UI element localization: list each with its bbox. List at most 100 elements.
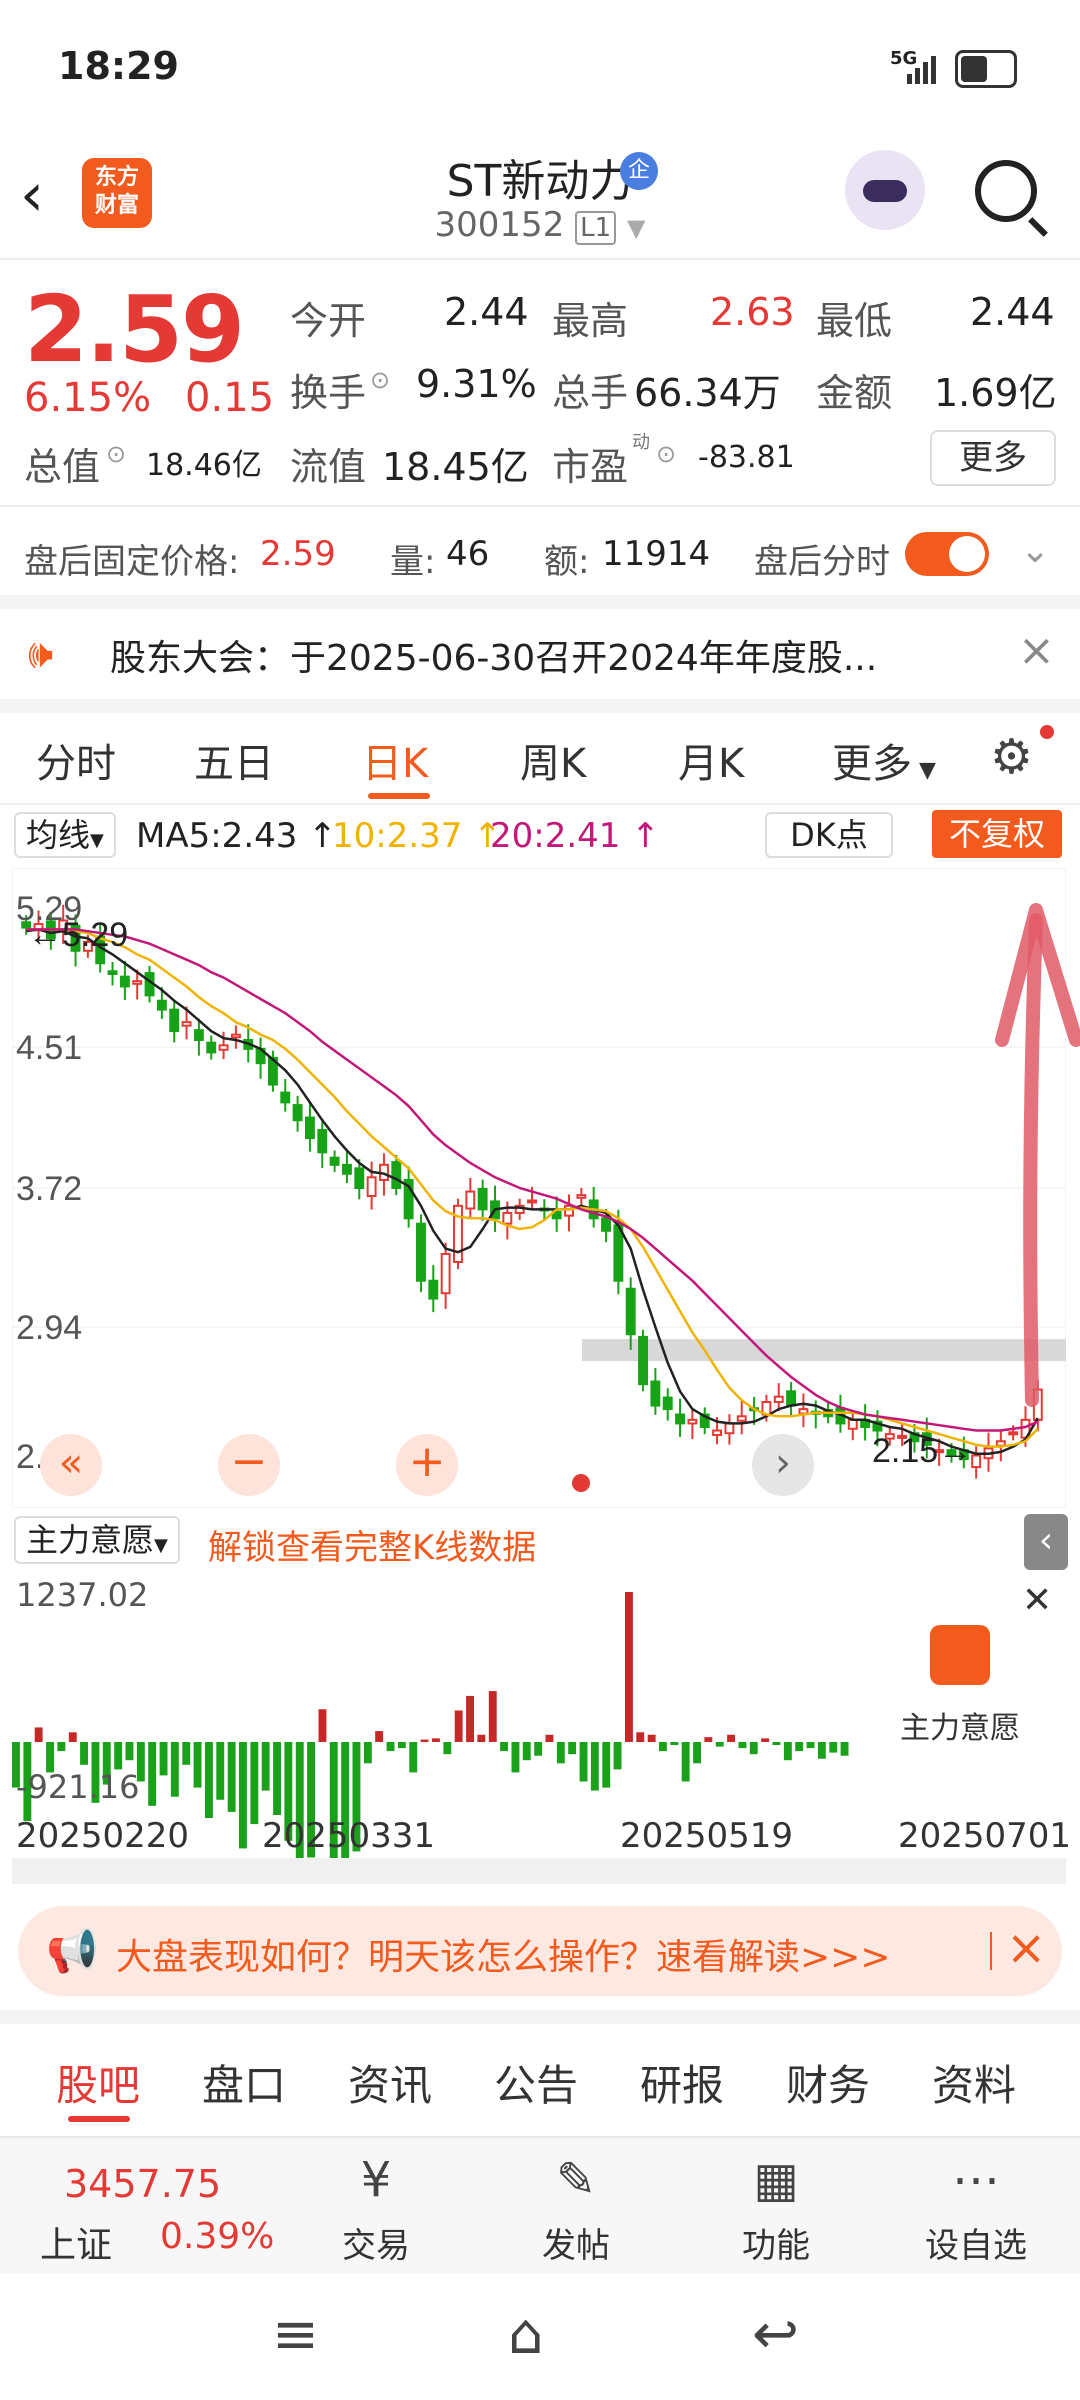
after-hours-vol: 46 bbox=[446, 534, 490, 574]
tab-more[interactable]: 更多 ▼ bbox=[832, 731, 936, 789]
notice-text: 股东大会：于2025-06-30召开2024年年度股... bbox=[110, 638, 878, 679]
flow-bar bbox=[250, 1742, 259, 1825]
post-button[interactable]: ✎ 发帖 bbox=[506, 2152, 646, 2267]
date-label: 20250331 bbox=[262, 1816, 436, 1856]
flow-bar bbox=[613, 1742, 622, 1770]
divider bbox=[0, 258, 1080, 260]
candle-body bbox=[662, 1396, 673, 1411]
search-icon[interactable] bbox=[975, 160, 1037, 222]
zoom-in-button[interactable]: + bbox=[396, 1434, 458, 1496]
flow-bar bbox=[193, 1742, 202, 1788]
info-icon[interactable]: ⊙ bbox=[106, 440, 126, 468]
tab-research[interactable]: 研报 bbox=[640, 2052, 724, 2113]
indicator-row: 均线▼ MA5:2.43 ↑ 10:2.37 ↑ 20:2.41 ↑ DK点 不… bbox=[0, 808, 1080, 868]
open-label: 今开 bbox=[290, 299, 367, 343]
ma5-label: MA5:2.43 ↑ bbox=[136, 816, 337, 856]
scroll-left-button[interactable]: « bbox=[40, 1434, 102, 1496]
tab-five-day[interactable]: 五日 bbox=[194, 731, 274, 789]
flow-bar bbox=[114, 1742, 123, 1770]
flow-select[interactable]: 主力意愿▼ bbox=[14, 1516, 180, 1564]
add-watchlist-button[interactable]: ⋯ 设自选 bbox=[906, 2152, 1046, 2267]
volume-value: 66.34万 bbox=[634, 371, 781, 415]
flow-header: 主力意愿▼ 解锁查看完整K线数据 ‹ bbox=[0, 1510, 1080, 1570]
candle-body bbox=[1008, 1431, 1019, 1436]
trade-button[interactable]: ¥ 交易 bbox=[306, 2152, 446, 2267]
flow-unlock-box[interactable]: 主力意愿 bbox=[860, 1605, 1060, 1765]
dk-point-button[interactable]: DK点 bbox=[765, 812, 893, 858]
flow-bar bbox=[170, 1742, 179, 1797]
info-icon[interactable]: ⊙ bbox=[370, 366, 390, 394]
tab-pankou[interactable]: 盘口 bbox=[202, 2052, 286, 2113]
candlestick-chart[interactable]: 5.294.513.722.942.15←5.292.15→ bbox=[12, 868, 1066, 1508]
tab-finance[interactable]: 财务 bbox=[786, 2052, 870, 2113]
zoom-out-button[interactable]: − bbox=[218, 1434, 280, 1496]
tab-guba[interactable]: 股吧 bbox=[56, 2052, 140, 2113]
caret-down-icon: ▼ bbox=[154, 1535, 168, 1556]
menu-icon[interactable]: ≡ bbox=[272, 2302, 319, 2367]
back-nav-icon[interactable]: ↩ bbox=[752, 2302, 799, 2367]
qi-badge: 企 bbox=[620, 152, 658, 190]
functions-label: 功能 bbox=[742, 2226, 810, 2266]
candle-body bbox=[724, 1422, 735, 1435]
chevron-down-icon: ▼ bbox=[626, 214, 646, 242]
tab-profile[interactable]: 资料 bbox=[932, 2052, 1016, 2113]
bottom-action-bar: 3457.75 上证 0.39% ¥ 交易 ✎ 发帖 ▦ 功能 ⋯ 设自选 bbox=[0, 2136, 1080, 2274]
close-icon[interactable]: × bbox=[1018, 625, 1055, 676]
robot-avatar-icon[interactable] bbox=[845, 150, 925, 230]
amount-value: 1.69亿 bbox=[934, 371, 1057, 415]
candle-body bbox=[156, 999, 167, 1011]
after-hours-timeshare-label: 盘后分时 bbox=[754, 542, 890, 582]
flow-bar bbox=[273, 1742, 281, 1815]
home-icon[interactable]: ⌂ bbox=[508, 2302, 544, 2367]
tab-daily-k[interactable]: 日K bbox=[362, 731, 428, 789]
chevron-down-icon[interactable]: ⌄ bbox=[1020, 530, 1050, 571]
close-icon[interactable]: ✕ bbox=[1022, 1580, 1052, 1621]
candle-body bbox=[107, 970, 118, 975]
no-adjust-button[interactable]: 不复权 bbox=[932, 810, 1062, 858]
notice-bar[interactable]: 🕪 股东大会：于2025-06-30召开2024年年度股... × bbox=[0, 609, 1080, 699]
float-cap-value: 18.45亿 bbox=[382, 445, 529, 489]
info-icon[interactable]: ⊙ bbox=[656, 440, 676, 468]
flow-select-label: 主力意愿 bbox=[26, 1521, 155, 1559]
close-icon[interactable]: × bbox=[1006, 1920, 1046, 1976]
tab-weekly-k[interactable]: 周K bbox=[520, 731, 586, 789]
tab-announcements[interactable]: 公告 bbox=[494, 2052, 578, 2113]
flow-bar bbox=[420, 1739, 429, 1742]
candle-body bbox=[465, 1190, 476, 1210]
ma10-label: 10:2.37 ↑ bbox=[332, 816, 502, 856]
flow-bar bbox=[488, 1691, 497, 1742]
functions-button[interactable]: ▦ 功能 bbox=[706, 2152, 846, 2267]
flow-bar bbox=[329, 1742, 338, 1878]
y-tick-label: 4.51 bbox=[16, 1029, 82, 1067]
tab-monthly-k[interactable]: 月K bbox=[678, 731, 744, 789]
market-banner[interactable]: 📢 大盘表现如何？明天该怎么操作？速看解读>>> × bbox=[18, 1906, 1062, 1996]
collapse-icon[interactable]: ‹ bbox=[1024, 1514, 1068, 1570]
notification-dot bbox=[1040, 725, 1054, 739]
gear-icon[interactable]: ⚙ bbox=[990, 729, 1033, 785]
after-hours-amt: 11914 bbox=[602, 534, 711, 574]
tab-underline bbox=[368, 793, 430, 799]
event-dot[interactable] bbox=[572, 1474, 590, 1492]
ma-select-label: 均线 bbox=[26, 816, 91, 854]
candle-body bbox=[230, 1033, 241, 1039]
unlock-link[interactable]: 解锁查看完整K线数据 bbox=[208, 1520, 536, 1569]
flow-bar bbox=[182, 1742, 191, 1765]
flow-bar bbox=[590, 1742, 599, 1791]
level-badge: L1 bbox=[575, 211, 617, 245]
candle-body bbox=[477, 1187, 488, 1211]
flow-bar bbox=[670, 1742, 679, 1745]
flow-bar bbox=[409, 1742, 418, 1773]
more-button[interactable]: 更多 bbox=[930, 430, 1056, 486]
tab-news[interactable]: 资讯 bbox=[348, 2052, 432, 2113]
candle-body bbox=[416, 1222, 426, 1282]
after-hours-price: 2.59 bbox=[260, 534, 336, 574]
after-hours-toggle[interactable] bbox=[905, 532, 989, 576]
flow-footer bbox=[12, 1858, 1066, 1884]
flow-bar bbox=[386, 1742, 395, 1752]
scroll-right-button[interactable]: › bbox=[752, 1434, 814, 1496]
ma-select[interactable]: 均线▼ bbox=[14, 812, 116, 858]
flow-bar bbox=[772, 1742, 781, 1745]
tab-timeshare[interactable]: 分时 bbox=[36, 731, 116, 789]
candle-body bbox=[181, 1021, 192, 1027]
candle-body bbox=[601, 1217, 611, 1232]
